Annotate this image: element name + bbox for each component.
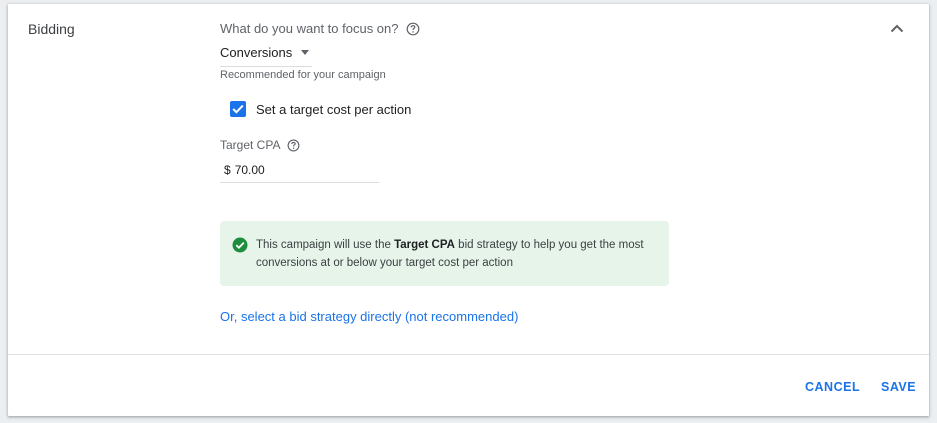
help-icon[interactable] xyxy=(406,22,420,36)
bid-strategy-info-box: This campaign will use the Target CPA bi… xyxy=(220,221,669,286)
currency-symbol: $ xyxy=(224,162,231,177)
target-cpa-label-text: Target CPA xyxy=(220,138,281,152)
collapse-button[interactable] xyxy=(886,18,908,40)
help-icon[interactable] xyxy=(287,139,300,152)
target-cpa-input[interactable]: $ 70.00 xyxy=(220,157,379,183)
recommended-hint: Recommended for your campaign xyxy=(220,69,386,81)
target-cpa-label: Target CPA xyxy=(220,138,300,152)
target-cpa-checkbox-label: Set a target cost per action xyxy=(256,101,412,117)
focus-dropdown-value: Conversions xyxy=(220,44,293,60)
focus-dropdown[interactable]: Conversions xyxy=(220,38,312,67)
chevron-up-icon xyxy=(890,20,904,38)
target-cpa-checkbox-row[interactable]: Set a target cost per action xyxy=(230,101,411,117)
cancel-button[interactable]: CANCEL xyxy=(805,380,860,394)
info-text-start: This campaign will use the xyxy=(256,239,395,251)
focus-question: What do you want to focus on? xyxy=(220,21,420,36)
strategy-name: Target CPA xyxy=(394,239,455,251)
bid-strategy-info-text: This campaign will use the Target CPA bi… xyxy=(256,236,661,272)
target-cpa-checkbox[interactable] xyxy=(230,101,246,117)
save-button[interactable]: SAVE xyxy=(881,380,916,394)
checkmark-icon xyxy=(232,104,244,114)
check-circle-icon xyxy=(232,237,248,258)
section-title: Bidding xyxy=(28,21,75,37)
bidding-card: Bidding What do you want to focus on? Co… xyxy=(8,4,929,416)
divider xyxy=(8,354,929,355)
select-bid-strategy-link[interactable]: Or, select a bid strategy directly (not … xyxy=(220,309,518,324)
focus-question-label: What do you want to focus on? xyxy=(220,21,399,36)
target-cpa-value: 70.00 xyxy=(234,162,265,177)
caret-down-icon xyxy=(301,50,310,55)
